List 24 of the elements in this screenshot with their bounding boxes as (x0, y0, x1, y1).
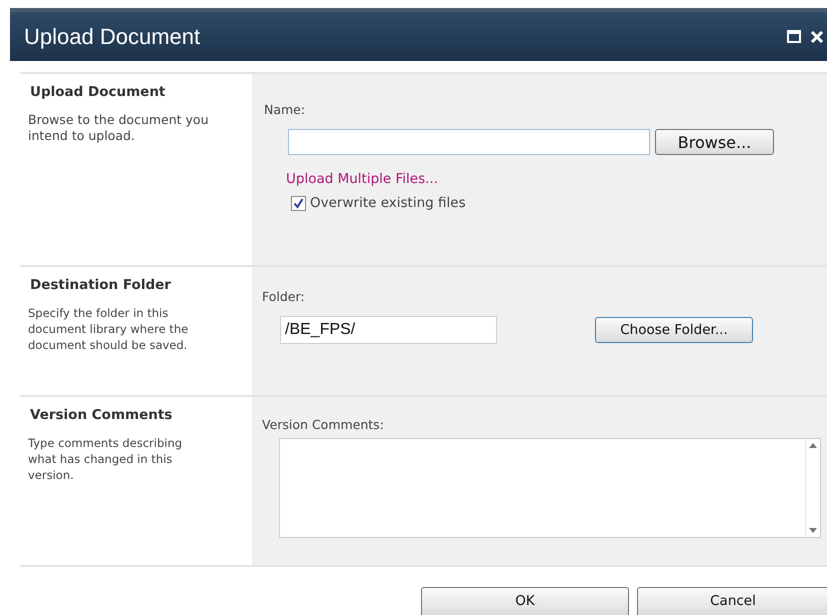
checkbox-label: Overwrite existing files (310, 195, 466, 211)
section-heading: Destination Folder (29, 277, 172, 293)
section-description: Type comments describing what has changed in this version. (28, 435, 184, 483)
upload-multiple-link[interactable]: Upload Multiple Files... (286, 171, 438, 187)
close-icon[interactable] (811, 30, 823, 42)
field-label: Name: (264, 102, 306, 117)
browse-button[interactable]: Browse... (655, 129, 774, 155)
checkbox[interactable] (291, 196, 306, 210)
choose-folder-button[interactable]: Choose Folder... (595, 317, 753, 343)
section-description: Browse to the document you intend to upload. (28, 112, 210, 144)
window-title: Upload Document (24, 24, 202, 50)
maximize-icon[interactable] (787, 30, 801, 43)
section-description: Specify the folder in this document library where the document should be saved. (28, 305, 190, 353)
field-label: Folder: (262, 289, 305, 304)
cancel-button[interactable]: Cancel (637, 587, 827, 615)
ok-button[interactable]: OK (421, 587, 629, 615)
section-heading: Upload Document (29, 84, 166, 100)
folder-field[interactable]: /BE_FPS/ (280, 316, 497, 344)
field-label: Version Comments: (262, 417, 384, 432)
comments-field[interactable] (279, 438, 821, 538)
section-heading: Version Comments (29, 407, 174, 423)
scroll-up-icon[interactable] (809, 443, 817, 448)
file-name-field[interactable] (288, 129, 650, 155)
scroll-down-icon[interactable] (809, 528, 817, 533)
